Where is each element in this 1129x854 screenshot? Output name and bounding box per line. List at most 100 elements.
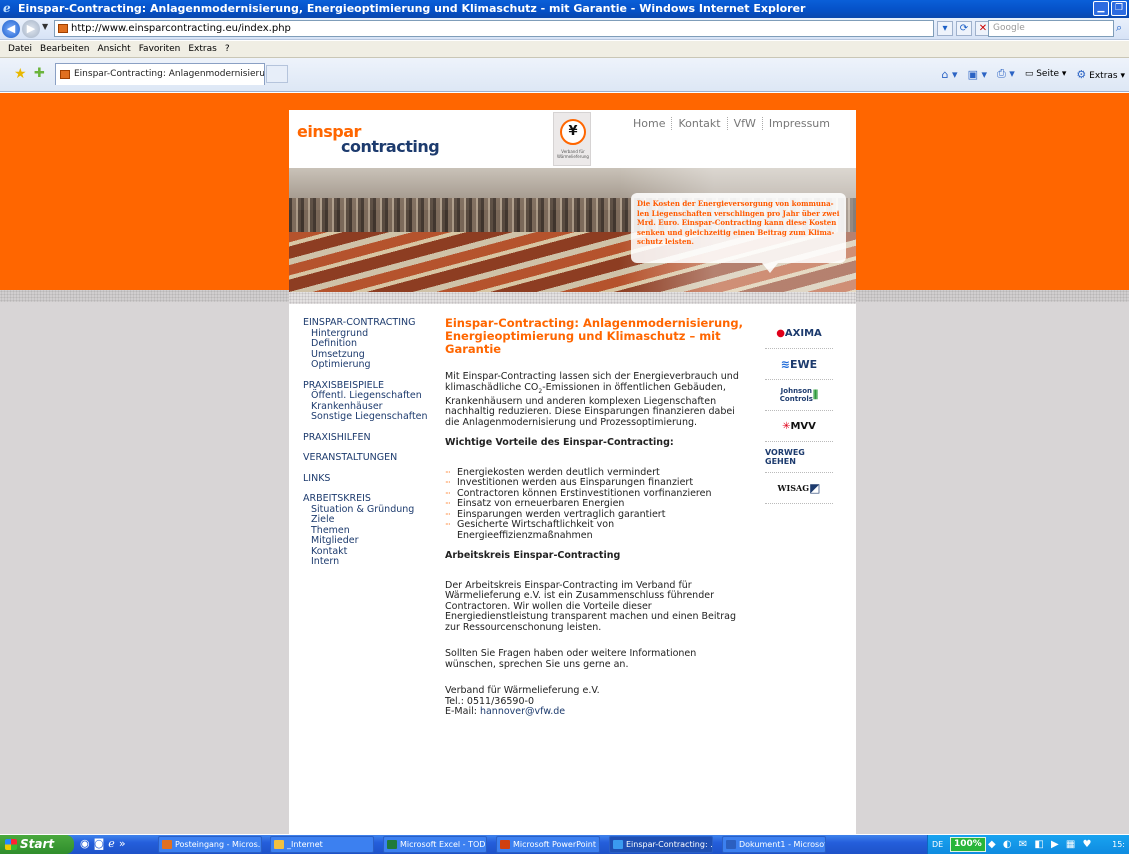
quicklaunch-outlook-icon[interactable]: ◙ [94,837,105,850]
refresh-icon[interactable]: ⟳ [956,21,972,36]
page-menu-button[interactable]: ▭ Seite ▾ [1025,69,1067,79]
tray-icons[interactable]: ◆ ◐ ✉ ◧ ▶ ▦ ♥ [988,835,1093,854]
minimize-button[interactable]: ▁ [1093,1,1109,16]
site-container: einspar contracting ¥ Verband für Wärmel… [289,110,856,834]
nav-item-ziele[interactable]: Ziele [303,514,433,526]
taskbar-button-outlook[interactable]: Posteingang - Micros... [158,836,262,853]
quicklaunch-more-icon[interactable]: » [119,837,126,850]
nav-head-arbeitskreis[interactable]: ARBEITSKREIS [303,493,433,505]
taskbar-button-ie[interactable]: Einspar-Contracting: ... [609,836,713,853]
jc-text: Johnson Controls [780,387,813,403]
windows-taskbar: Start ◉ ◙ ℯ » Posteingang - Micros... _I… [0,835,1129,854]
restore-button[interactable]: ❐ [1111,1,1127,16]
vfw-caption: Verband für Wärmelieferung [557,149,589,159]
ie-logo-icon: ℯ [3,1,11,15]
benefit-item: Gesicherte Wirtschaftlichkeit von Energi… [445,520,745,541]
clock: 15: [1112,840,1125,849]
menu-help[interactable]: ? [221,41,234,57]
tools-menu-label: Extras [1089,70,1118,81]
forward-button[interactable]: ▶ [22,20,40,38]
jc-mark-icon: ⦀ [812,388,819,402]
partner-axima-name: AXIMA [784,327,822,339]
favorites-star-icon[interactable]: ★ [14,66,27,82]
zoom-indicator[interactable]: 100% [950,837,986,852]
taskbar-label: Microsoft Excel - TOD... [400,840,487,849]
contact-email-link[interactable]: hannover@vfw.de [480,706,565,718]
partner-vorweg-logo[interactable]: VORWEG GEHEN [765,442,833,473]
nav-section-einspar: EINSPAR-CONTRACTING Hintergrund Definiti… [303,317,433,371]
partner-jc-name: Johnson [780,387,813,395]
nav-head-veranstaltungen[interactable]: VERANSTALTUNGEN [303,452,433,464]
partner-vorweg-name: VORWEG GEHEN [765,448,805,466]
window-title: Einspar-Contracting: Anlagenmodernisieru… [18,2,806,15]
ie-icon [613,840,623,849]
intro-paragraph: Mit Einspar-Contracting lassen sich der … [445,371,745,428]
menu-favorites[interactable]: Favoriten [135,41,185,57]
start-label: Start [20,837,55,851]
menu-edit[interactable]: Bearbeiten [36,41,93,57]
tab-active[interactable]: Einspar-Contracting: Anlagenmodernisieru… [55,63,265,85]
taskbar-button-word[interactable]: Dokument1 - Microsof... [722,836,826,853]
nav-item-intern[interactable]: Intern [303,556,433,568]
benefits-heading: Wichtige Vorteile des Einspar-Contractin… [445,437,674,449]
back-button[interactable]: ◀ [2,20,20,38]
site-header: einspar contracting ¥ Verband für Wärmel… [289,110,856,168]
nav-item-oeffentl[interactable]: Öffentl. Liegenschaften [303,390,433,402]
taskbar-button-folder[interactable]: _Internet [270,836,374,853]
home-icon[interactable]: ⌂ ▾ [942,68,958,81]
axima-mark-icon: ● [776,327,785,339]
benefits-list: Energiekosten werden deutlich vermindert… [445,467,745,542]
search-icon[interactable]: ⌕ [1116,21,1128,35]
wisag-mark-icon: ◩ [809,481,821,495]
taskbar-button-powerpoint[interactable]: Microsoft PowerPoint ... [496,836,600,853]
nav-section-arbeitskreis: ARBEITSKREIS Situation & Gründung Ziele … [303,493,433,568]
search-placeholder: Google [993,23,1025,33]
start-button[interactable]: Start [0,835,74,854]
feeds-icon[interactable]: ▣ ▾ [968,68,987,81]
site-logo[interactable]: einspar contracting [297,124,440,155]
url-dropdown-icon[interactable]: ▾ [937,21,953,36]
hero-quote-tail [762,263,778,273]
partner-ewe-logo[interactable]: ≋ EWE [765,349,833,380]
partner-mvv-logo[interactable]: ✳ MVV [765,411,833,442]
nav-item-sonstige[interactable]: Sonstige Liegenschaften [303,411,433,423]
nav-item-mitglieder[interactable]: Mitglieder [303,535,433,547]
add-favorite-icon[interactable]: ✚ [34,66,45,81]
new-tab-button[interactable] [266,65,288,83]
topnav-home[interactable]: Home [627,117,673,130]
word-icon [726,840,736,849]
nav-section-veranstaltungen: VERANSTALTUNGEN [303,452,433,464]
quicklaunch-media-icon[interactable]: ◉ [80,837,90,850]
history-dropdown-icon[interactable]: ▼ [42,22,48,31]
nav-item-definition[interactable]: Definition [303,338,433,350]
topnav-contact[interactable]: Kontakt [672,117,728,130]
partner-johnson-controls-logo[interactable]: Johnson Controls ⦀ [765,380,833,411]
nav-head-praxishilfen[interactable]: PRAXISHILFEN [303,432,433,444]
partner-jc-sub: Controls [779,395,813,403]
ewe-mark-icon: ≋ [780,357,791,371]
search-input[interactable]: Google [988,20,1114,37]
window-titlebar: ℯ Einspar-Contracting: Anlagenmodernisie… [0,0,1129,18]
menu-view[interactable]: Ansicht [93,41,134,57]
taskbar-button-excel[interactable]: Microsoft Excel - TOD... [383,836,487,853]
excel-icon [387,840,397,849]
url-input[interactable]: http://www.einsparcontracting.eu/index.p… [54,20,934,37]
partner-ewe-name: EWE [790,357,818,371]
topnav-vfw[interactable]: VfW [728,117,763,130]
vfw-logo[interactable]: ¥ Verband für Wärmelieferung [553,112,591,166]
nav-item-optimierung[interactable]: Optimierung [303,359,433,371]
language-indicator[interactable]: DE [932,840,943,849]
nav-head-links[interactable]: LINKS [303,473,433,485]
tools-menu-button[interactable]: ⚙ Extras ▾ [1076,68,1125,81]
print-icon[interactable]: ⎙ ▾ [997,67,1015,81]
partner-wisag-logo[interactable]: WISAG ◩ [765,473,833,504]
page-viewport: einspar contracting ¥ Verband für Wärmel… [0,93,1129,834]
nav-head-einspar[interactable]: EINSPAR-CONTRACTING [303,317,433,329]
partner-axima-logo[interactable]: ● AXIMA [765,318,833,349]
menu-tools[interactable]: Extras [184,41,220,57]
nav-section-links: LINKS [303,473,433,485]
taskbar-label: Microsoft PowerPoint ... [513,840,600,849]
quicklaunch-ie-icon[interactable]: ℯ [108,837,115,850]
menu-file[interactable]: Datei [4,41,36,57]
topnav-imprint[interactable]: Impressum [763,117,830,130]
